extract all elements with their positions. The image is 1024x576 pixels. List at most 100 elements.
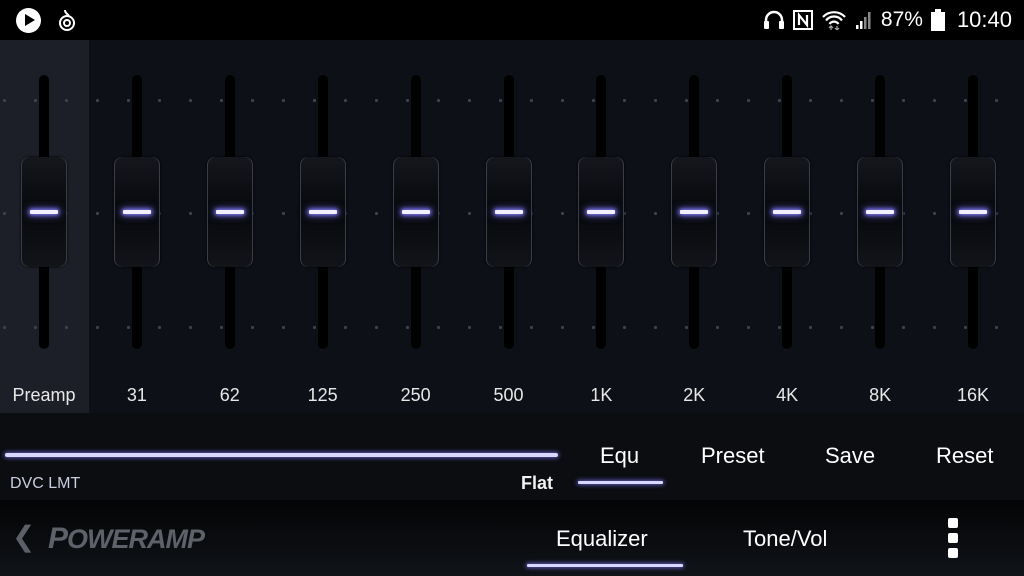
menu-dot [948, 533, 958, 543]
slider-knob[interactable] [113, 157, 160, 267]
grid-dot [3, 326, 6, 329]
band-label: 8K [869, 385, 892, 405]
status-bar: 87% 10:40 [0, 0, 1024, 40]
band-slider[interactable]: 125 [293, 40, 353, 413]
band-label: 250 [400, 385, 431, 405]
grid-dot [840, 99, 843, 102]
back-chevron-icon[interactable]: ❮ [12, 520, 35, 553]
slider-knob[interactable] [671, 157, 718, 267]
slider-knob[interactable] [206, 157, 253, 267]
grid-dot [561, 99, 564, 102]
eq-controls: DVC LMT Flat Equ Preset Save Reset [0, 413, 1024, 500]
menu-dot [948, 518, 958, 528]
band-slider[interactable]: 1K [571, 40, 631, 413]
slider-knob[interactable] [857, 157, 904, 267]
preamp-slider[interactable]: Preamp [12, 40, 76, 413]
band-slider[interactable]: 62 [200, 40, 260, 413]
knob-indicator [773, 210, 802, 214]
band-slider[interactable]: 8K [850, 40, 910, 413]
tab-tone-vol[interactable]: Tone/Vol [743, 526, 827, 552]
wifi-icon [822, 11, 846, 30]
grid-dot [468, 99, 471, 102]
knob-indicator [308, 210, 337, 214]
grid-dot [96, 212, 99, 215]
slider-knob[interactable] [950, 157, 996, 267]
grid-dot [654, 326, 657, 329]
grid-dot [747, 212, 750, 215]
grid-dot [561, 326, 564, 329]
grid-dot [840, 212, 843, 215]
knob-indicator [866, 210, 895, 214]
grid-dot [747, 99, 750, 102]
band-slider[interactable]: 250 [386, 40, 446, 413]
dvc-limit-slider[interactable] [5, 453, 558, 457]
headphones-icon [763, 10, 784, 29]
poweramp-logo: POWERAMP [48, 522, 205, 556]
grid-dot [189, 326, 192, 329]
slider-knob[interactable] [578, 157, 625, 267]
equ-button[interactable]: Equ [600, 443, 639, 469]
play-icon [16, 8, 41, 33]
grid-dot [189, 99, 192, 102]
slider-knob[interactable] [392, 157, 439, 267]
grid-dot [468, 326, 471, 329]
logo-initial: P [48, 522, 68, 555]
knob-indicator [401, 210, 430, 214]
band-slider[interactable]: 4K [757, 40, 817, 413]
knob-indicator [30, 210, 58, 214]
slider-knob[interactable] [485, 157, 532, 267]
slider-knob[interactable] [299, 157, 346, 267]
app-notification-icon [59, 9, 75, 31]
band-label: 1K [590, 385, 613, 405]
grid-dot [282, 212, 285, 215]
slider-knob[interactable] [764, 157, 811, 267]
clock: 10:40 [956, 7, 1012, 32]
grid-dot [375, 212, 378, 215]
grid-dot [375, 326, 378, 329]
grid-dot [96, 326, 99, 329]
tab-active-indicator [527, 564, 683, 567]
grid-dot [654, 99, 657, 102]
logo-rest: OWERAMP [67, 524, 205, 554]
more-vert-icon[interactable] [942, 518, 964, 560]
band-slider[interactable]: 2K [664, 40, 724, 413]
knob-indicator [494, 210, 523, 214]
band-label: 16K [956, 385, 990, 405]
preset-name: Flat [521, 473, 554, 493]
preset-button[interactable]: Preset [701, 443, 765, 469]
grid-dot [933, 326, 936, 329]
signal-icon [855, 12, 871, 29]
slider-knob[interactable] [21, 157, 67, 267]
band-label: 500 [493, 385, 524, 405]
band-label: 125 [307, 385, 338, 405]
bottom-bar: ❮ POWERAMP Equalizer Tone/Vol [0, 500, 1024, 576]
battery-percent: 87% [880, 8, 923, 31]
band-slider[interactable]: 16K [943, 40, 1003, 413]
grid-dot [282, 326, 285, 329]
band-label: 62 [219, 385, 240, 405]
menu-dot [948, 548, 958, 558]
grid-dot [561, 212, 564, 215]
save-button[interactable]: Save [825, 443, 875, 469]
band-label: 4K [776, 385, 799, 405]
grid-dot [654, 212, 657, 215]
knob-indicator [680, 210, 709, 214]
equ-active-indicator [578, 481, 663, 484]
band-label: Preamp [12, 385, 76, 405]
grid-dot [3, 99, 6, 102]
dvc-label: DVC LMT [10, 475, 81, 492]
band-slider[interactable]: 31 [107, 40, 167, 413]
grid-dot [375, 99, 378, 102]
grid-dot [468, 212, 471, 215]
band-label: 2K [683, 385, 706, 405]
battery-icon [930, 9, 945, 31]
equalizer-panel: Preamp 31 62 125 250 500 1K 2K 4K 8K 16K [0, 40, 1024, 413]
grid-dot [3, 212, 6, 215]
grid-dot [840, 326, 843, 329]
tab-equalizer[interactable]: Equalizer [556, 526, 648, 552]
knob-indicator [959, 210, 987, 214]
knob-indicator [122, 210, 151, 214]
reset-button[interactable]: Reset [936, 443, 993, 469]
band-slider[interactable]: 500 [479, 40, 539, 413]
knob-indicator [215, 210, 244, 214]
